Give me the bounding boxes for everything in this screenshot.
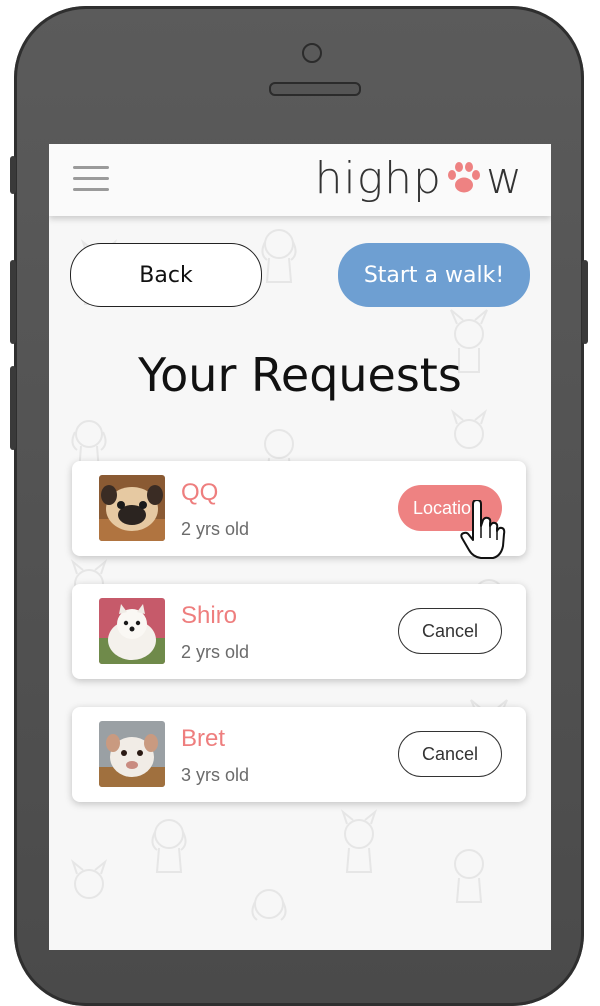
hand-pointer-cursor-icon [460,500,506,559]
logo-text-left: highp [314,152,442,204]
earpiece-speaker [269,82,361,96]
mute-switch [10,156,16,194]
request-card: Bret 3 yrs old Cancel [72,707,526,802]
pet-name: Bret [181,725,226,752]
samoyed-puppy-photo [99,598,165,664]
pet-name: Shiro [181,602,238,629]
pet-age: 2 yrs old [181,642,250,662]
pet-age: 3 yrs old [181,765,250,785]
start-walk-button[interactable]: Start a walk! [338,243,530,307]
hamburger-menu-icon[interactable] [73,166,109,192]
app-header: highp w [49,144,551,216]
back-button[interactable]: Back [70,243,262,307]
cancel-button[interactable]: Cancel [398,731,502,777]
highpaw-logo[interactable]: highp w [315,150,523,206]
pet-name: QQ [181,479,219,506]
cancel-button[interactable]: Cancel [398,608,502,654]
app-screen: highp w Back Start a walk! Your Requests [49,144,551,950]
pet-age: 2 yrs old [181,519,250,539]
front-camera [302,43,322,63]
power-button [582,260,588,344]
request-card: Shiro 2 yrs old Cancel [72,584,526,679]
logo-text-right: w [486,152,523,204]
request-card: QQ 2 yrs old Location [72,461,526,556]
pug-photo [99,475,165,541]
paw-icon [448,162,480,193]
page-title: Your Requests [138,348,462,402]
volume-down-button [10,366,16,450]
volume-up-button [10,260,16,344]
pitbull-photo [99,721,165,787]
